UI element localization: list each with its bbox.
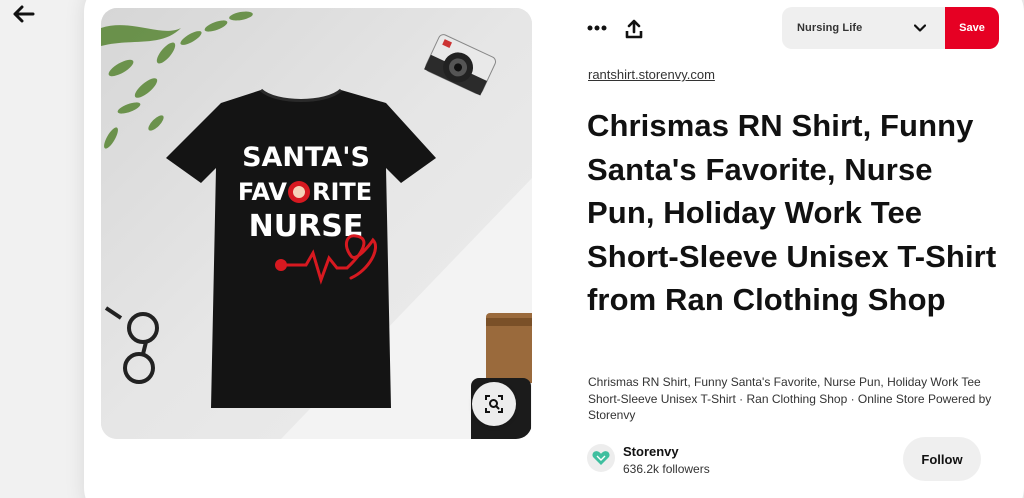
chevron-down-icon [907,24,933,32]
share-upload-icon [625,19,643,39]
follow-button[interactable]: Follow [903,437,981,481]
arrow-left-icon [13,5,35,23]
pin-image[interactable]: SANTA'S FAV RITE NURSE [101,8,532,439]
visual-search-icon [485,395,503,413]
creator-followers: 636.2k followers [623,462,710,476]
shirt-line-2b: RITE [312,178,372,206]
save-button[interactable]: Save [945,7,999,49]
creator-name[interactable]: Storenvy [623,444,679,459]
board-select-value: Nursing Life [797,22,863,34]
pin-title: Chrismas RN Shirt, Funny Santa's Favorit… [587,108,997,317]
source-link[interactable]: rantshirt.storenvy.com [588,67,715,82]
more-options-icon [587,25,607,31]
more-options-button[interactable] [583,14,611,42]
visual-search-button[interactable] [472,382,516,426]
shirt-line-2a: FAV [238,178,288,206]
shirt-line-3: NURSE [249,209,364,244]
shirt-line-1: SANTA'S [242,142,370,173]
share-button[interactable] [620,14,648,44]
pin-description: Chrismas RN Shirt, Funny Santa's Favorit… [588,375,992,422]
back-button[interactable] [10,2,38,26]
product-photo: SANTA'S FAV RITE NURSE [101,8,532,439]
avatar[interactable] [587,444,615,472]
storenvy-logo-icon [592,451,610,465]
board-select[interactable]: Nursing Life [782,7,945,49]
